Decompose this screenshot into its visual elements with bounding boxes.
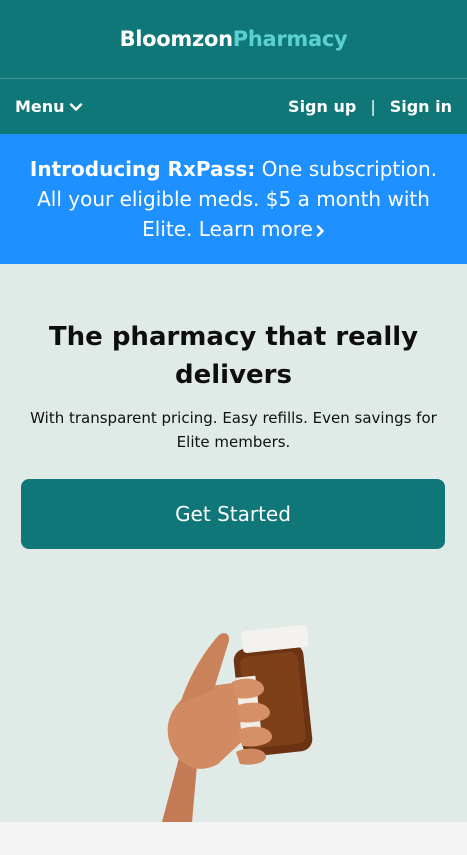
- menu-button[interactable]: Menu: [15, 97, 83, 116]
- auth-links: Sign up | Sign in: [288, 97, 452, 116]
- footer-strip: [0, 822, 467, 855]
- promo-banner[interactable]: Introducing RxPass: One subscription. Al…: [0, 134, 467, 264]
- promo-bold: Introducing RxPass:: [29, 157, 256, 181]
- nav-separator: |: [370, 97, 376, 116]
- sign-in-link[interactable]: Sign in: [390, 97, 452, 116]
- top-bar: BloomzonPharmacy: [0, 0, 467, 78]
- hero-section: The pharmacy that really delivers With t…: [0, 264, 467, 822]
- hand-holding-pill-bottle-image: [162, 625, 313, 822]
- hero-subtitle: With transparent pricing. Easy refills. …: [30, 409, 437, 451]
- learn-more-label: Learn more: [198, 217, 313, 241]
- chevron-right-icon: [316, 224, 324, 237]
- chevron-down-icon: [69, 102, 82, 111]
- brand-logo[interactable]: BloomzonPharmacy: [120, 27, 348, 51]
- learn-more-link[interactable]: Learn more: [199, 217, 325, 241]
- menu-label: Menu: [15, 97, 65, 116]
- hero-title: The pharmacy that really delivers: [48, 322, 419, 390]
- promo-text: Introducing RxPass: One subscription. Al…: [24, 154, 443, 244]
- brand-name-part2: Pharmacy: [232, 27, 348, 51]
- sign-up-link[interactable]: Sign up: [288, 97, 356, 116]
- get-started-button[interactable]: Get Started: [21, 479, 445, 549]
- brand-name-part1: Bloomzon: [119, 27, 233, 51]
- nav-bar: Menu Sign up | Sign in: [0, 78, 467, 134]
